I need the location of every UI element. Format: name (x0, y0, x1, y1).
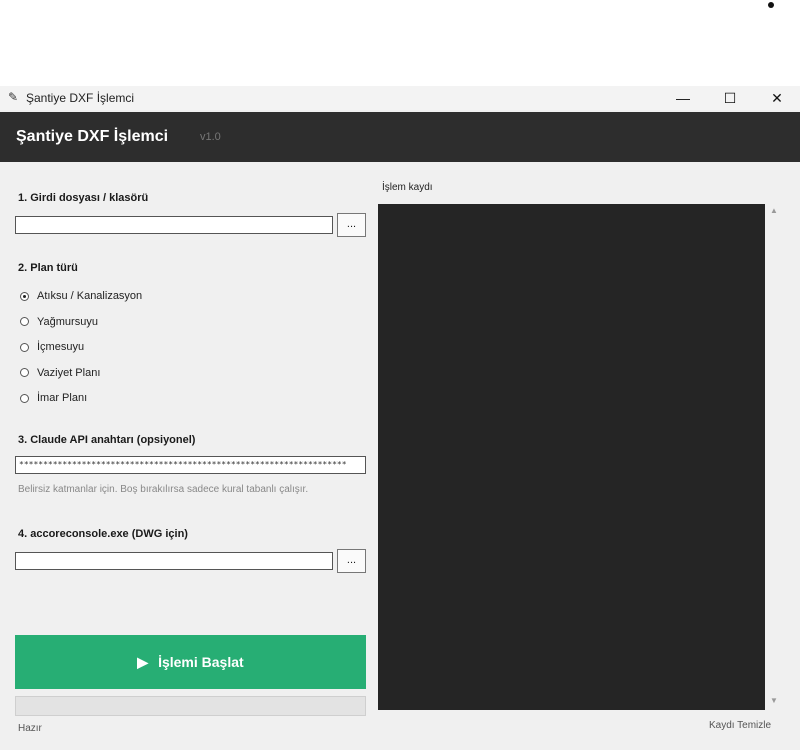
start-process-button[interactable]: ▶ İşlemi Başlat (15, 635, 366, 689)
app-window: ✎ Şantiye DXF İşlemci — ☐ ✕ Şantiye DXF … (0, 86, 800, 750)
plan-type-option[interactable]: İçmesuyu (20, 341, 84, 353)
radio-icon (20, 368, 29, 377)
clear-log-button[interactable]: Kaydı Temizle (709, 720, 771, 731)
plan-type-option[interactable]: Atıksu / Kanalizasyon (20, 290, 142, 302)
accore-label: 4. accoreconsole.exe (DWG için) (18, 528, 188, 540)
input-browse-button[interactable]: ... (337, 213, 366, 237)
log-label: İşlem kaydı (382, 182, 433, 193)
status-label: Hazır (18, 723, 42, 734)
plan-type-option-label: Atıksu / Kanalizasyon (37, 290, 143, 302)
start-button-label: İşlemi Başlat (158, 654, 244, 670)
accore-browse-button[interactable]: ... (337, 549, 366, 573)
plan-type-option[interactable]: Vaziyet Planı (20, 367, 100, 379)
plan-type-option-label: İçmesuyu (37, 341, 85, 353)
app-header: Şantiye DXF İşlemci v1.0 (0, 112, 800, 162)
radio-icon (20, 317, 29, 326)
plan-type-option[interactable]: İmar Planı (20, 392, 87, 404)
version-label: v1.0 (200, 131, 221, 143)
plan-type-option-label: Yağmursuyu (37, 315, 98, 328)
radio-icon (20, 342, 29, 352)
close-button[interactable]: ✕ (754, 86, 800, 110)
minimize-button[interactable]: — (660, 86, 706, 110)
api-key-field[interactable]: ****************************************… (15, 456, 366, 474)
app-title: Şantiye DXF İşlemci (16, 128, 169, 145)
api-key-hint: Belirsiz katmanlar için. Boş bırakılırsa… (18, 484, 309, 495)
radio-icon (20, 393, 29, 403)
log-textarea[interactable] (378, 204, 765, 710)
feather-icon: ✎ (8, 90, 19, 104)
maximize-button[interactable]: ☐ (707, 86, 753, 110)
input-label: 1. Girdi dosyası / klasörü (18, 192, 149, 204)
plan-type-option-label: Vaziyet Planı (37, 366, 101, 379)
plan-type-option[interactable]: Yağmursuyu (20, 316, 98, 328)
input-path-field[interactable] (15, 216, 333, 234)
api-key-label: 3. Claude API anahtarı (opsiyonel) (18, 434, 196, 446)
window-title: Şantiye DXF İşlemci (26, 91, 135, 105)
progress-bar (15, 696, 366, 716)
plan-type-option-label: İmar Planı (37, 392, 88, 404)
title-bar: ✎ Şantiye DXF İşlemci — ☐ ✕ (0, 86, 800, 110)
play-icon: ▶ (137, 653, 149, 670)
scroll-up-icon[interactable]: ▲ (770, 206, 778, 215)
radio-icon (20, 291, 29, 301)
plan-type-label: 2. Plan türü (18, 262, 78, 274)
stray-dot (768, 2, 774, 8)
scroll-down-icon[interactable]: ▼ (770, 696, 778, 705)
accore-path-field[interactable] (15, 552, 333, 570)
